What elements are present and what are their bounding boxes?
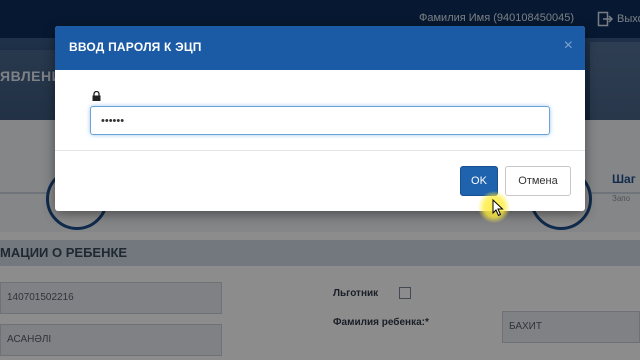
password-dialog: ВВОД ПАРОЛЯ К ЭЦП × OK Отмена (55, 26, 585, 211)
dialog-title: ВВОД ПАРОЛЯ К ЭЦП (69, 40, 202, 54)
dialog-header: ВВОД ПАРОЛЯ К ЭЦП × (55, 26, 585, 70)
mouse-cursor-icon (492, 199, 504, 217)
dialog-body (55, 70, 585, 151)
password-input[interactable] (90, 106, 550, 135)
close-icon[interactable]: × (564, 37, 573, 55)
cancel-button[interactable]: Отмена (505, 166, 571, 196)
lock-icon (92, 91, 101, 101)
